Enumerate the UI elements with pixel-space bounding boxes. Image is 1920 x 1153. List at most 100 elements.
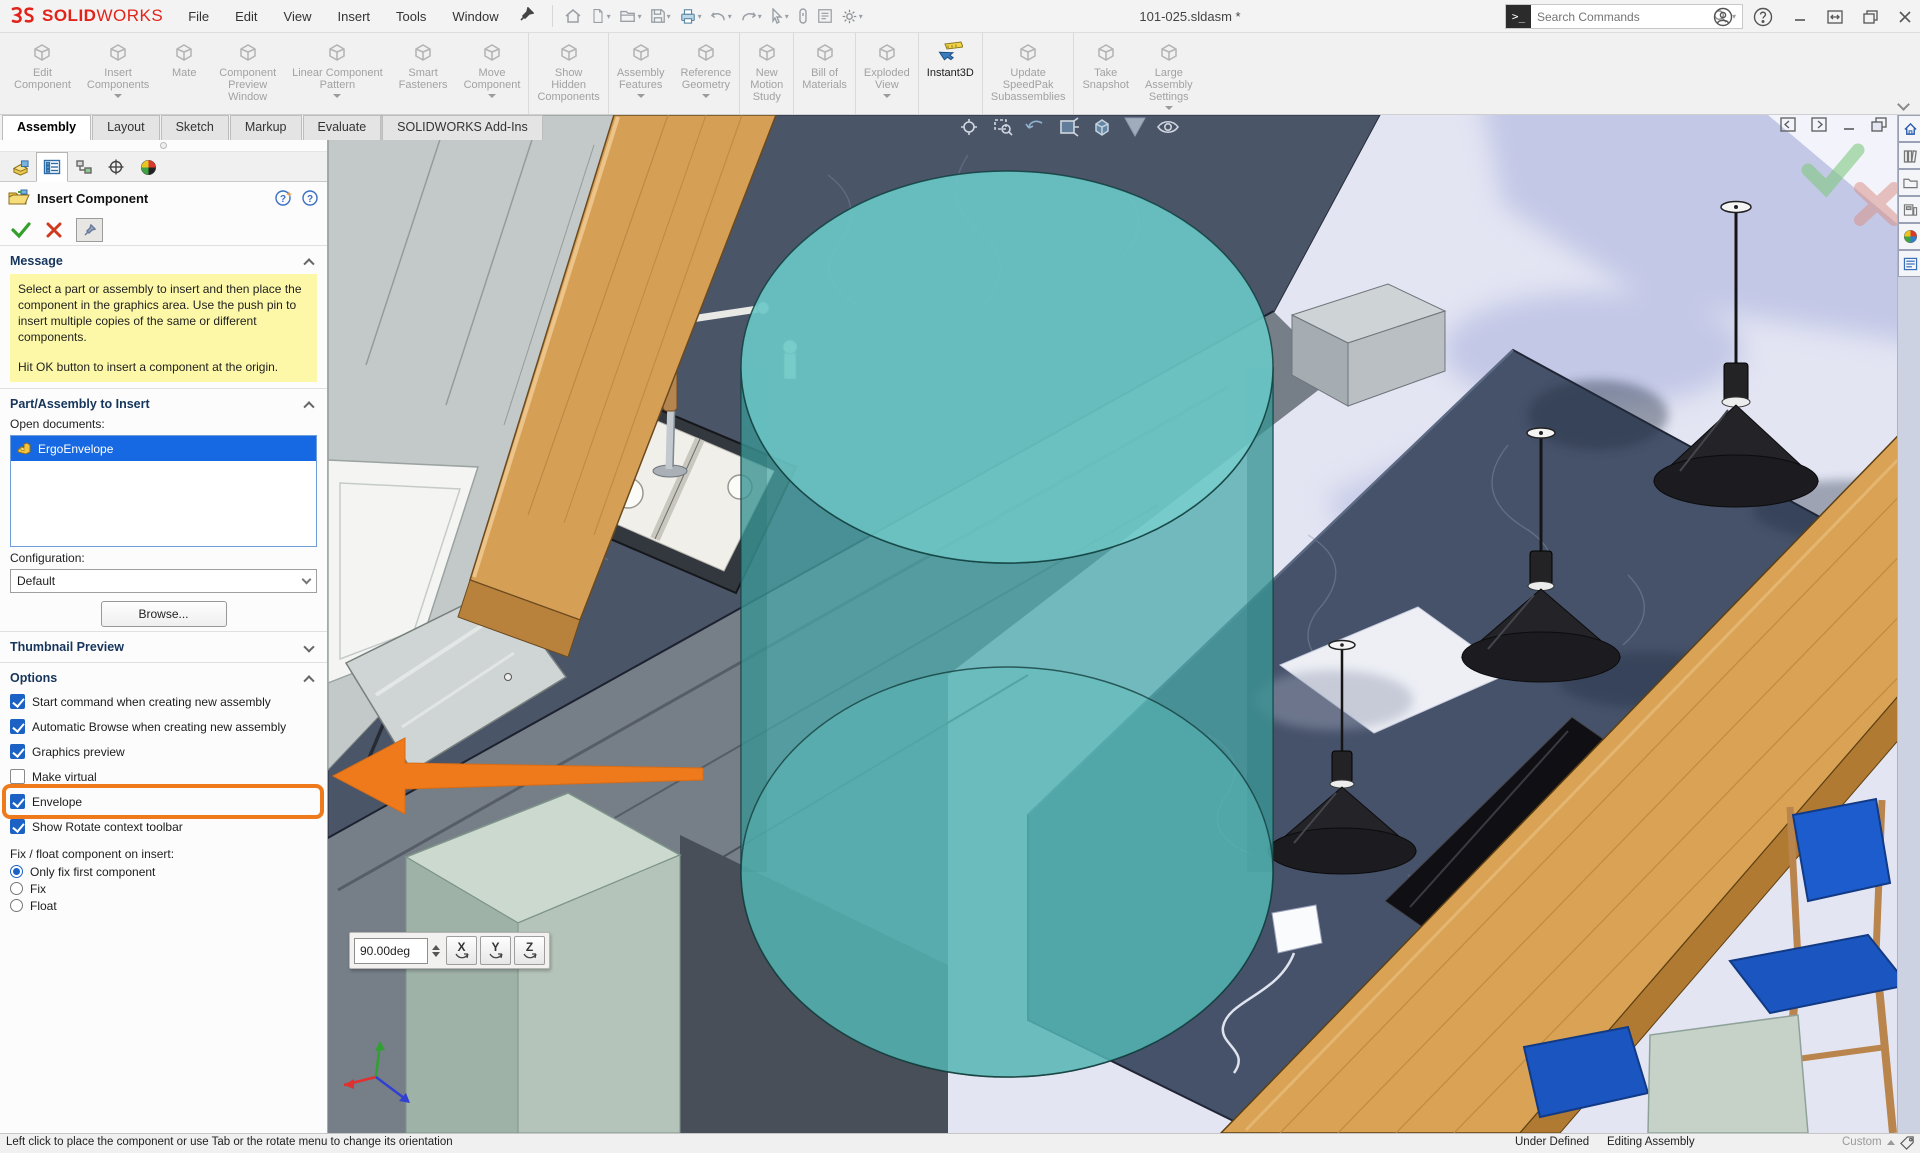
collapse-pane-right-icon[interactable] [1811,117,1827,137]
appearances-tab-icon[interactable] [1898,223,1920,250]
dropdown-arrow-icon[interactable] [333,94,341,98]
rotate-z-button[interactable]: Z [514,936,545,965]
previous-view-icon[interactable] [1024,116,1048,138]
menu-item[interactable]: File [177,5,220,28]
menu-pin-icon[interactable] [520,7,534,26]
configuration-manager-tab[interactable] [68,152,100,182]
print-button[interactable]: ▾ [676,5,705,27]
zoom-to-fit-icon[interactable] [958,116,982,138]
message-section-header[interactable]: Message [0,250,327,272]
take-snapshot-button[interactable]: Take Snapshot [1074,33,1136,114]
confirm-cancel-icon[interactable] [1860,188,1894,220]
checkbox[interactable] [10,744,25,759]
graphics-preview-checkbox[interactable]: Graphics preview [0,739,327,764]
thumbnail-preview-section-header[interactable]: Thumbnail Preview [0,636,327,658]
part-assembly-section-header[interactable]: Part/Assembly to Insert [0,393,327,415]
custom-properties-tab-icon[interactable] [1898,250,1920,277]
minimize-button[interactable] [1793,10,1807,24]
linear-component-pattern-button[interactable]: Linear Component Pattern [284,33,391,114]
checkbox[interactable] [10,694,25,709]
new-motion-study-button[interactable]: New Motion Study [740,33,794,114]
home-button[interactable] [561,4,585,28]
help-icon[interactable]: ? [301,189,319,207]
menu-item[interactable]: View [273,5,323,28]
doc-restore-button[interactable] [1871,117,1887,137]
radio-button[interactable] [10,882,23,895]
edit-component-button[interactable]: Edit Component [6,33,79,114]
redo-button[interactable]: ▾ [737,6,765,27]
select-button[interactable]: ▾ [767,5,792,27]
angle-spinner[interactable] [432,945,440,957]
doc-minimize-button[interactable] [1842,118,1856,137]
command-tab[interactable]: Assembly [2,115,91,140]
restore-button[interactable] [1863,10,1878,24]
file-explorer-tab-icon[interactable] [1898,169,1920,196]
rotate-x-button[interactable]: X [446,936,477,965]
property-manager-tab[interactable] [36,152,68,182]
menu-item[interactable]: Insert [327,5,382,28]
show-rotate-context-toolbar-checkbox[interactable]: Show Rotate context toolbar [0,814,327,839]
component-preview-window-button[interactable]: Component Preview Window [211,33,284,114]
update-speedpak-button[interactable]: Update SpeedPak Subassemblies [983,33,1075,114]
radio-button[interactable] [10,865,23,878]
menu-item[interactable]: Window [441,5,509,28]
feature-manager-tab[interactable] [4,152,36,182]
checkbox[interactable] [10,819,25,834]
options-section-header[interactable]: Options [0,667,327,689]
only-fix-first-component-radio[interactable]: Only fix first component [0,863,327,880]
dimxpert-manager-tab[interactable] [100,152,132,182]
save-button[interactable]: ▾ [647,5,674,27]
help-icon[interactable] [1753,7,1773,27]
automatic-browse-checkbox[interactable]: Automatic Browse when creating new assem… [0,714,327,739]
search-input[interactable] [1531,10,1713,24]
float-radio[interactable]: Float [0,897,327,914]
zoom-to-area-icon[interactable] [991,116,1015,138]
design-library-tab-icon[interactable] [1898,142,1920,169]
make-virtual-checkbox[interactable]: Make virtual [0,764,327,789]
rotate-y-button[interactable]: Y [480,936,511,965]
dropdown-arrow-icon[interactable] [702,94,710,98]
open-documents-list[interactable]: ErgoEnvelope [10,435,317,547]
push-pin-button[interactable] [76,218,103,242]
home-tab-icon[interactable] [1898,115,1920,142]
search-commands-box[interactable]: >_ ▾ [1505,4,1743,29]
command-tab[interactable]: Sketch [161,115,229,140]
span-displays-button[interactable] [1827,10,1843,24]
rotate-angle-input[interactable]: 90.00deg [354,938,428,964]
command-tab[interactable]: Evaluate [303,115,382,140]
configuration-dropdown[interactable]: Default [10,569,317,593]
menu-item[interactable]: Tools [385,5,437,28]
section-view-icon[interactable] [1057,116,1081,138]
cancel-button[interactable] [45,221,63,239]
dropdown-arrow-icon[interactable] [488,94,496,98]
view-orientation-icon[interactable] [1090,116,1114,138]
ok-button[interactable] [10,221,32,239]
insert-components-button[interactable]: Insert Components [79,33,157,114]
envelope-checkbox[interactable]: Envelope [0,789,327,814]
account-icon[interactable] [1713,7,1733,27]
fix-radio[interactable]: Fix [0,880,327,897]
command-tab[interactable]: Layout [92,115,160,140]
checkbox[interactable] [10,769,25,784]
undo-button[interactable]: ▾ [707,6,735,27]
display-style-icon[interactable] [1123,116,1147,138]
browse-button[interactable]: Browse... [101,601,227,627]
checkbox[interactable] [10,719,25,734]
collapse-pane-left-icon[interactable] [1780,117,1796,137]
file-properties-button[interactable] [814,5,836,27]
dropdown-arrow-icon[interactable] [883,94,891,98]
radio-button[interactable] [10,899,23,912]
large-assembly-settings-button[interactable]: Large Assembly Settings [1137,33,1201,114]
mate-button[interactable]: Mate [157,33,211,114]
hide-show-items-icon[interactable] [1156,116,1180,138]
tag-icon[interactable] [1899,1135,1916,1153]
dropdown-arrow-icon[interactable] [637,94,645,98]
assembly-features-button[interactable]: Assembly Features [609,33,673,114]
display-manager-tab[interactable] [132,152,164,182]
custom-dropdown[interactable]: Custom [1842,1136,1895,1148]
confirm-ok-icon[interactable] [1808,150,1858,188]
close-button[interactable] [1898,10,1912,24]
move-component-button[interactable]: Move Component [456,33,530,114]
show-hidden-components-button[interactable]: Show Hidden Components [529,33,608,114]
instant3d-button[interactable]: Instant3D [919,33,983,114]
